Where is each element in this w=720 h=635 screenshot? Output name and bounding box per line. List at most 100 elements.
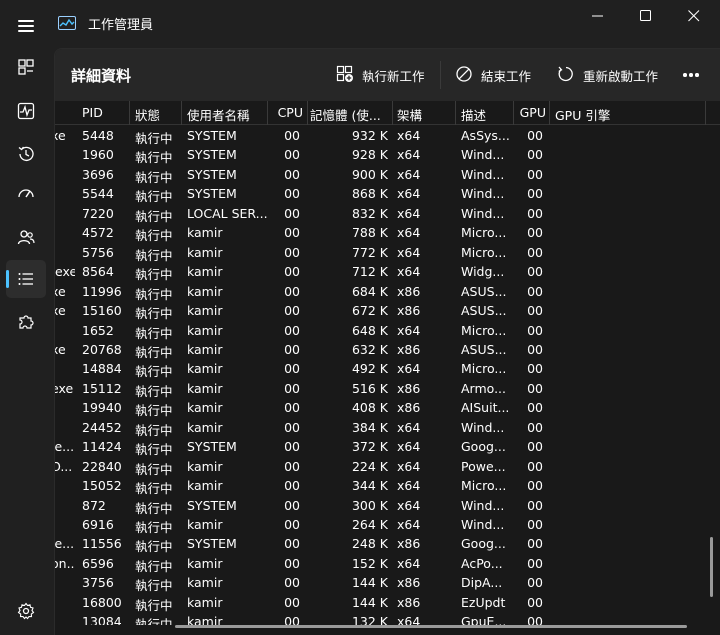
- cell-username: kamir: [187, 555, 223, 571]
- cell-name: le...: [55, 536, 75, 552]
- nav-processes[interactable]: [6, 48, 46, 86]
- nav-startup-apps[interactable]: [6, 175, 46, 213]
- column-divider[interactable]: [392, 101, 393, 125]
- table-row[interactable]: xe 11996 執行中 kamir 00 684 K x86 ASUS... 00: [55, 282, 720, 302]
- maximize-button[interactable]: [622, 0, 670, 32]
- cell-memory: 132 K: [351, 614, 388, 625]
- column-header-memory[interactable]: 記憶體 (使...: [310, 105, 388, 124]
- column-divider[interactable]: [181, 101, 182, 125]
- table-row[interactable]: le... 11424 執行中 SYSTEM 00 372 K x64 Goog... 00: [55, 437, 720, 457]
- cell-username: SYSTEM: [187, 128, 237, 143]
- users-icon: [17, 230, 35, 245]
- nav-details[interactable]: [6, 260, 46, 298]
- cell-gpu: 00: [527, 594, 543, 610]
- cell-cpu: 00: [284, 225, 300, 241]
- cell-username: LOCAL SER...: [187, 205, 267, 221]
- close-button[interactable]: [670, 0, 718, 32]
- table-row[interactable]: 3696 執行中 SYSTEM 00 900 K x64 Wind... 00: [55, 165, 720, 185]
- cell-cpu: 00: [284, 303, 300, 319]
- column-divider[interactable]: [267, 101, 268, 125]
- table-row[interactable]: 4572 執行中 kamir 00 788 K x64 Micro... 00: [55, 223, 720, 243]
- cell-status: 執行中: [135, 131, 173, 146]
- column-header-gpu[interactable]: GPU: [515, 105, 546, 120]
- cell-username: kamir: [187, 264, 223, 280]
- table-row[interactable]: 14884 執行中 kamir 00 492 K x64 Micro... 00: [55, 359, 720, 379]
- cell-gpu: 00: [527, 575, 543, 591]
- cell-cpu: 00: [284, 614, 300, 625]
- column-header-status[interactable]: 狀態: [135, 105, 180, 124]
- table-row[interactable]: .exe 8564 執行中 kamir 00 712 K x64 Widg... 00: [55, 262, 720, 282]
- column-divider[interactable]: [549, 101, 550, 125]
- table-row[interactable]: 19940 執行中 kamir 00 408 K x86 AISuit... 00: [55, 398, 720, 418]
- cell-pid: 15112: [82, 380, 122, 396]
- cell-status: 執行中: [135, 403, 173, 419]
- table-row[interactable]: 7220 執行中 LOCAL SER... 00 832 K x64 Wind... 00: [55, 204, 720, 224]
- new-task-icon: [336, 65, 353, 82]
- table-row[interactable]: xe 5448 執行中 SYSTEM 00 932 K x64 AsSys... 00: [55, 126, 720, 146]
- cell-pid: 5544: [82, 186, 114, 202]
- table-row[interactable]: xe 20768 執行中 kamir 00 632 K x86 ASUS... 00: [55, 340, 720, 360]
- column-divider[interactable]: [455, 101, 456, 125]
- vertical-scrollbar-thumb[interactable]: [710, 537, 713, 597]
- cell-status: 執行中: [135, 442, 173, 458]
- cell-username: kamir: [187, 303, 223, 319]
- cell-memory: 684 K: [351, 283, 388, 299]
- cell-name: xe: [55, 341, 66, 357]
- cell-cpu: 00: [284, 186, 300, 202]
- cell-cpu: 00: [284, 400, 300, 416]
- table-row[interactable]: 5544 執行中 SYSTEM 00 868 K x64 Wind... 00: [55, 184, 720, 204]
- cell-architecture: x86: [397, 594, 421, 610]
- cell-pid: 5448: [82, 128, 114, 143]
- table-row[interactable]: 24452 執行中 kamir 00 384 K x64 Wind... 00: [55, 418, 720, 438]
- nav-performance[interactable]: [6, 92, 46, 130]
- cell-architecture: x64: [397, 555, 421, 571]
- toolbar-separator: [440, 61, 441, 89]
- table-row[interactable]: 1652 執行中 kamir 00 648 K x64 Micro... 00: [55, 321, 720, 341]
- maximize-icon: [640, 10, 651, 21]
- cell-description: AcPo...: [461, 555, 503, 571]
- table-row[interactable]: 872 執行中 SYSTEM 00 300 K x64 Wind... 00: [55, 496, 720, 516]
- nav-services[interactable]: [6, 303, 46, 341]
- cell-description: ASUS...: [461, 283, 507, 299]
- hamburger-menu-button[interactable]: [10, 12, 42, 40]
- column-divider[interactable]: [129, 101, 130, 125]
- cell-description: AISuit...: [461, 400, 510, 416]
- table-row[interactable]: le... 11556 執行中 SYSTEM 00 248 K x86 Goog... 00: [55, 534, 720, 554]
- horizontal-scrollbar-thumb[interactable]: [175, 625, 687, 628]
- column-header-cpu[interactable]: CPU: [269, 105, 303, 120]
- table-row[interactable]: 13084 執行中 kamir 00 132 K x64 GpuE... 00: [55, 612, 720, 625]
- column-divider[interactable]: [513, 101, 514, 125]
- table-row[interactable]: xe 15160 執行中 kamir 00 672 K x86 ASUS... 00: [55, 301, 720, 321]
- column-header-architecture[interactable]: 架構: [397, 105, 453, 124]
- table-row[interactable]: 16800 執行中 kamir 00 144 K x86 EzUpdt 00: [55, 593, 720, 613]
- cell-cpu: 00: [284, 497, 300, 513]
- cell-architecture: x64: [397, 517, 421, 532]
- cell-gpu: 00: [527, 536, 543, 552]
- cell-username: kamir: [187, 400, 223, 416]
- column-header-description[interactable]: 描述: [461, 105, 511, 124]
- nav-users[interactable]: [6, 218, 46, 256]
- table-row[interactable]: 5756 執行中 kamir 00 772 K x64 Micro... 00: [55, 243, 720, 263]
- column-divider[interactable]: [307, 101, 308, 125]
- column-header-username[interactable]: 使用者名稱: [187, 105, 267, 124]
- cell-architecture: x86: [397, 400, 421, 416]
- nav-settings[interactable]: [6, 592, 46, 630]
- cell-pid: 20768: [82, 341, 122, 357]
- end-task-label: 結束工作: [481, 69, 532, 84]
- cell-architecture: x64: [397, 614, 421, 625]
- table-row[interactable]: O... 22840 執行中 kamir 00 224 K x64 Powe... 00: [55, 457, 720, 477]
- table-row[interactable]: on... 6596 執行中 kamir 00 152 K x64 AcPo... 00: [55, 554, 720, 574]
- column-header-pid[interactable]: PID: [82, 105, 127, 120]
- table-row[interactable]: 6916 執行中 kamir 00 264 K x64 Wind... 00: [55, 515, 720, 535]
- cell-username: kamir: [187, 380, 223, 396]
- nav-app-history[interactable]: [6, 135, 46, 173]
- table-row[interactable]: 15052 執行中 kamir 00 344 K x64 Micro... 00: [55, 476, 720, 496]
- cell-memory: 408 K: [351, 400, 388, 416]
- column-header-gpu-engine[interactable]: GPU 引擎: [555, 105, 695, 124]
- table-row[interactable]: 1960 執行中 SYSTEM 00 928 K x64 Wind... 00: [55, 145, 720, 165]
- minimize-button[interactable]: [574, 0, 622, 32]
- table-row[interactable]: 3756 執行中 kamir 00 144 K x86 DipA... 00: [55, 573, 720, 593]
- cell-memory: 648 K: [351, 322, 388, 338]
- table-row[interactable]: exe 15112 執行中 kamir 00 516 K x86 Armo... 00: [55, 379, 720, 399]
- column-divider[interactable]: [705, 101, 706, 125]
